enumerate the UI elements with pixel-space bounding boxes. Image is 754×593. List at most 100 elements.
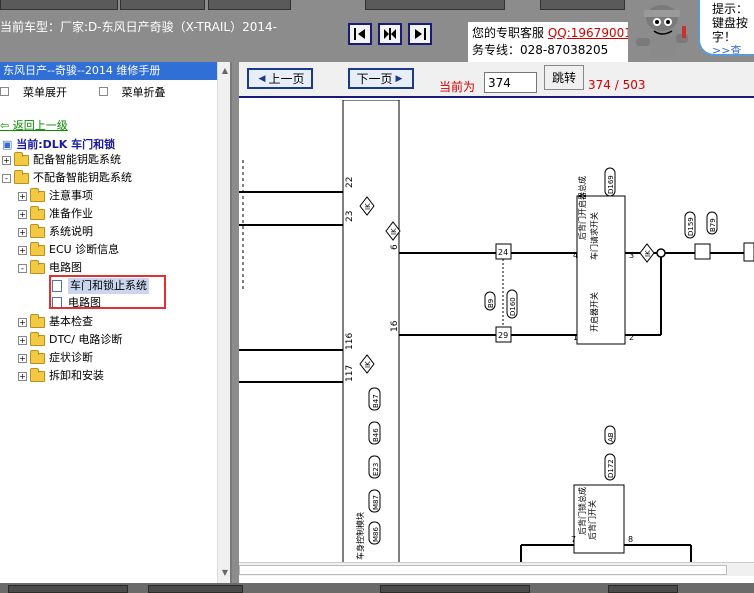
folder-icon	[30, 367, 45, 382]
menu-expand-icon	[0, 87, 9, 96]
current-section: ▣ 当前:DLK 车门和锁	[2, 136, 115, 152]
tip-line-3: 字！	[712, 30, 737, 44]
pin-4: 4	[573, 251, 578, 260]
folder-open-icon	[14, 169, 29, 184]
current-section-label: 当前:DLK 车门和锁	[16, 138, 116, 151]
tree-item-smart-key[interactable]: + 配备智能钥匙系统	[2, 151, 121, 168]
tree-item-no-smart-key[interactable]: - 不配备智能钥匙系统	[2, 169, 132, 186]
pin-7: 7	[571, 535, 576, 544]
pin-117: 117	[345, 365, 355, 382]
folder-icon	[30, 205, 45, 220]
next-arrow-icon: ▶	[395, 73, 403, 84]
pin-8: 8	[628, 535, 633, 544]
bottom-tab-3[interactable]	[380, 585, 530, 593]
page-number-input[interactable]	[484, 72, 537, 93]
tree-item-ecu-diagnosis[interactable]: + ECU 诊断信息	[18, 241, 120, 258]
expand-menu-button[interactable]: 菜单展开	[0, 86, 81, 99]
manual-tree-panel: 东风日产--奇骏--2014 维修手册 菜单展开 菜单折叠 ⇦ 返回上一级 ▣ …	[0, 62, 232, 583]
computer-icon: ▣	[2, 138, 13, 151]
switch-label-3: 开启器开关	[589, 292, 599, 332]
svg-text:IK: IK	[364, 361, 372, 368]
connector-m86: M86	[372, 527, 380, 542]
folder-icon	[30, 331, 45, 346]
next-label: 下一页	[356, 72, 393, 86]
current-page-label: 当前为	[439, 80, 476, 94]
tree-scrollbar[interactable]: ▲ ▼	[217, 62, 230, 583]
split-view-icon	[384, 28, 396, 40]
tree-label: 注意事项	[49, 189, 93, 202]
folder-icon	[30, 349, 45, 364]
tip-bubble: 提示： 键盘按 字！ >>查	[698, 0, 754, 56]
pin-22: 22	[345, 177, 355, 188]
connector-29: 29	[498, 331, 508, 340]
bottom-tab-4[interactable]	[608, 585, 678, 593]
tree-label: ECU 诊断信息	[49, 243, 120, 256]
pin-116: 116	[345, 333, 355, 350]
menu-controls: 菜单展开 菜单折叠	[0, 80, 230, 100]
back-arrow-icon: ⇦	[0, 119, 10, 132]
expand-icon: +	[2, 155, 11, 165]
tree-label: 系统说明	[49, 225, 93, 238]
folder-open-icon	[30, 259, 45, 274]
tree-item-notes[interactable]: + 注意事项	[18, 187, 93, 204]
top-tab-3[interactable]	[208, 0, 291, 10]
collapse-menu-button[interactable]: 菜单折叠	[98, 86, 180, 99]
connector-d172: D172	[607, 459, 615, 478]
tip-more-link[interactable]: >>查	[712, 44, 754, 54]
bottom-tab-2[interactable]	[148, 585, 243, 593]
tree-label: 不配备智能钥匙系统	[33, 171, 132, 184]
selection-highlight	[49, 275, 166, 309]
expand-icon: +	[18, 371, 27, 381]
scroll-up-icon[interactable]: ▲	[218, 64, 230, 78]
top-tab-1[interactable]	[0, 0, 118, 10]
collapse-label: 菜单折叠	[121, 86, 166, 99]
next-page-button[interactable]: 下一页 ▶	[348, 68, 414, 89]
expand-icon: +	[18, 317, 27, 327]
tree-item-removal-installation[interactable]: + 拆卸和安装	[18, 367, 104, 384]
connector-ab: AB	[607, 432, 615, 442]
menu-collapse-icon	[98, 87, 108, 96]
top-tab-5[interactable]	[540, 0, 625, 10]
tree-item-symptom-diagnosis[interactable]: + 症状诊断	[18, 349, 93, 366]
tree-item-basic-inspection[interactable]: + 基本检查	[18, 313, 93, 330]
connector-b9: B9	[487, 299, 495, 308]
bcm-label: 车身控制模块	[355, 512, 365, 560]
prev-page-button[interactable]: ◀ 上一页	[247, 68, 313, 89]
expand-icon: +	[18, 353, 27, 363]
bottom-tab-1[interactable]	[8, 585, 128, 593]
app-window: 当前车型：厂家:D-东风日产奇骏（X-TRAIL）2014- 您的专职客服 QQ…	[0, 0, 754, 593]
back-link[interactable]: ⇦ 返回上一级	[0, 117, 68, 133]
scrollbar-thumb[interactable]	[239, 565, 727, 575]
tree-label: 症状诊断	[49, 351, 93, 364]
page-count: 374 / 503	[588, 78, 646, 92]
wiring-diagram: 22 23 6 16 116 117 IK IK IK 24 29 B9 D16…	[239, 100, 754, 562]
rear-switch-label: 后背门开关	[587, 500, 597, 540]
first-page-button[interactable]	[348, 23, 372, 45]
connector-b46: B46	[372, 428, 380, 442]
qq-link[interactable]: QQ:1967900174	[548, 26, 628, 40]
connector-e23: E23	[372, 463, 380, 476]
connector-d159: D159	[687, 217, 695, 236]
service-prefix: 您的专职客服	[472, 26, 545, 40]
service-hotline: 务专线：028-87038205	[472, 43, 609, 57]
jump-button[interactable]: 跳转	[544, 65, 584, 90]
expand-icon: +	[18, 191, 27, 201]
tree-item-preparation[interactable]: + 准备作业	[18, 205, 93, 222]
collapse-icon: -	[18, 263, 27, 273]
expand-label: 菜单展开	[23, 86, 67, 99]
svg-text:IK: IK	[390, 228, 398, 235]
tree-label: 准备作业	[49, 207, 93, 220]
scroll-down-icon[interactable]: ▼	[218, 566, 230, 580]
tree-item-dtc-diagnosis[interactable]: + DTC/ 电路诊断	[18, 331, 122, 348]
top-tab-2[interactable]	[120, 0, 205, 10]
last-page-button[interactable]	[408, 23, 432, 45]
tree-item-wiring-diagram[interactable]: - 电路图	[18, 259, 82, 276]
pin-16: 16	[390, 320, 400, 332]
tree-item-system-description[interactable]: + 系统说明	[18, 223, 93, 240]
top-tab-4[interactable]	[365, 0, 505, 10]
rear-door-label: 后背门锁总成	[577, 487, 587, 535]
last-page-icon	[415, 28, 426, 40]
pin-6: 6	[390, 244, 400, 250]
horizontal-scrollbar[interactable]	[239, 562, 754, 576]
split-view-button[interactable]	[378, 23, 402, 45]
